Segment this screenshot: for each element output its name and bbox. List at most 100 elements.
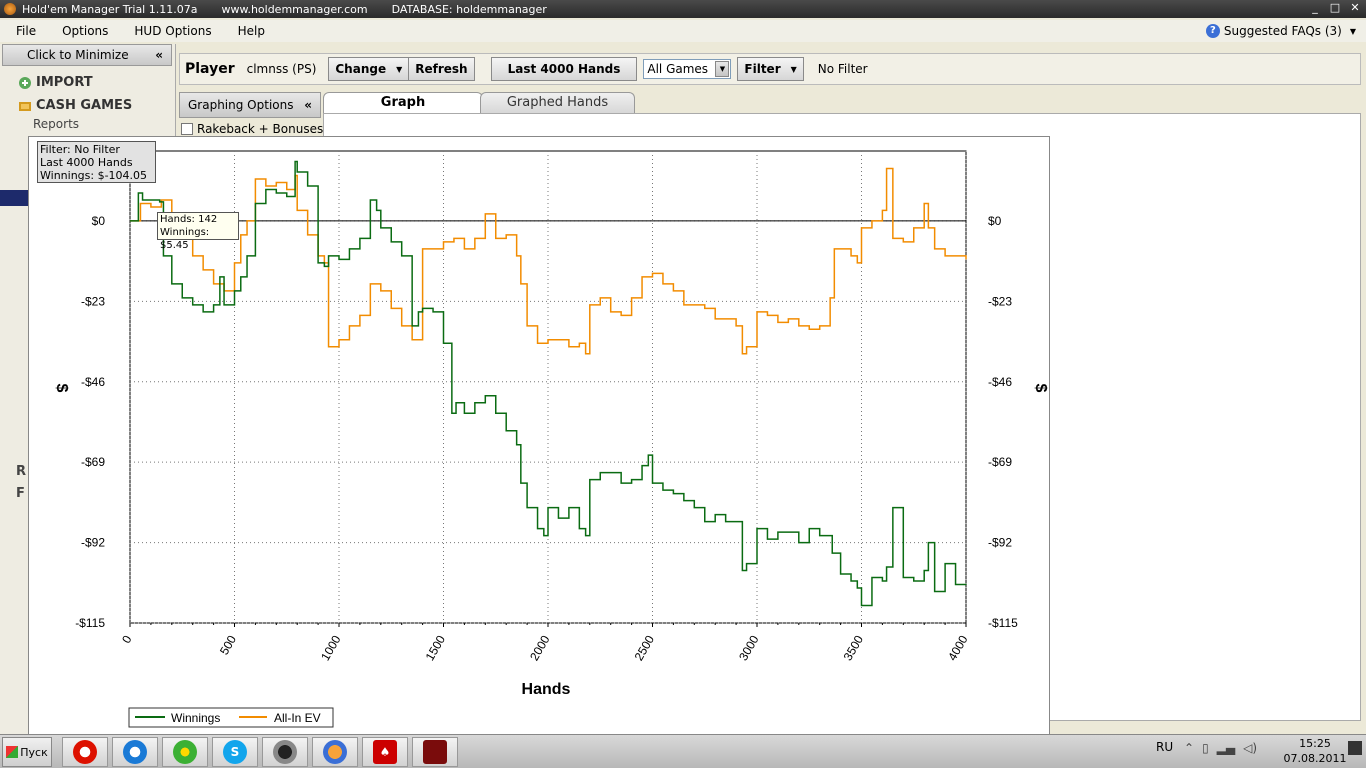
games-select[interactable]: All Games ▼: [643, 59, 732, 79]
player-label: Player: [185, 61, 235, 77]
sidebar-item-reports[interactable]: Reports: [33, 117, 79, 131]
y-axis-label-left: $: [53, 384, 70, 393]
battery-icon[interactable]: ▯: [1202, 741, 1209, 755]
icq-icon: [173, 740, 197, 764]
y-tick-label: $0: [92, 214, 106, 228]
hands-label: Last 4000 Hands: [507, 62, 621, 76]
chevron-down-icon: ▼: [790, 64, 797, 74]
pokerstars-taskbar-button[interactable]: ♠: [362, 737, 408, 767]
y-tick-label: -$69: [81, 455, 105, 469]
chevron-down-icon: ▼: [1349, 26, 1356, 36]
y-tick-label: -$115: [988, 616, 1018, 630]
filter-status: No Filter: [817, 62, 868, 76]
last-hands-button[interactable]: Last 4000 Hands: [490, 57, 638, 81]
chevron-down-icon: ▼: [396, 64, 403, 74]
tooltip-winnings: Winnings: $5.45: [160, 227, 210, 251]
filter-info-box: Filter: No Filter Last 4000 Hands Winnin…: [37, 141, 156, 183]
double-chevron-left-icon: «: [155, 48, 163, 62]
ie-taskbar-button[interactable]: [112, 737, 158, 767]
tab-graph[interactable]: Graph: [323, 92, 483, 114]
poker-app-icon: [273, 740, 297, 764]
skype-taskbar-button[interactable]: S: [212, 737, 258, 767]
minimize-sidebar-button[interactable]: Click to Minimize «: [2, 44, 172, 66]
start-button[interactable]: Пуск: [2, 737, 52, 767]
filter-label: Filter: [744, 62, 781, 76]
y-tick-label: -$46: [988, 375, 1012, 389]
show-desktop-button[interactable]: [1348, 741, 1362, 755]
start-label: Пуск: [20, 745, 48, 759]
double-chevron-left-icon: «: [304, 98, 312, 112]
player-name: clmnss (PS): [246, 62, 317, 76]
y-tick-label: -$69: [988, 455, 1012, 469]
y-tick-labels-left: $0 -$23 -$46 -$69 -$92 -$115: [75, 214, 105, 630]
y-tick-labels-right: $0 -$23 -$46 -$69 -$92 -$115: [988, 214, 1018, 630]
y-axis-label-right: $: [1032, 384, 1049, 393]
change-label: Change: [335, 62, 387, 76]
suggested-faqs[interactable]: ? Suggested FAQs (3) ▼: [1205, 24, 1356, 38]
language-indicator[interactable]: RU: [1156, 740, 1173, 754]
window-controls: _ □ ✕: [1308, 1, 1362, 15]
x-tick-label: 4000: [945, 633, 971, 663]
menu-options[interactable]: Options: [46, 24, 118, 38]
rakeback-checkbox[interactable]: [181, 123, 193, 135]
chart-tooltip: Hands: 142 Winnings: $5.45: [157, 212, 239, 251]
holdem-manager-icon: [323, 740, 347, 764]
chevron-up-icon[interactable]: ⌃: [1184, 741, 1194, 755]
database-label: DATABASE: holdemmanager: [391, 2, 547, 16]
graphing-options-label: Graphing Options: [188, 98, 294, 112]
player-toolbar: Player clmnss (PS) Change ▼ Refresh Last…: [179, 53, 1361, 85]
opera-taskbar-button[interactable]: [62, 737, 108, 767]
faq-label: Suggested FAQs (3): [1223, 24, 1342, 38]
y-tick-label: -$92: [81, 536, 105, 550]
change-player-button[interactable]: Change ▼: [328, 57, 410, 81]
minimize-window-icon[interactable]: _: [1308, 1, 1322, 15]
y-tick-label: -$46: [81, 375, 105, 389]
windows-logo-icon: [6, 746, 19, 758]
info-hands: Last 4000 Hands: [40, 156, 133, 169]
chart-legend: Winnings All-In EV: [128, 707, 334, 728]
network-icon[interactable]: ▂▄: [1217, 741, 1235, 755]
x-tick-label: 2500: [632, 633, 658, 663]
graphing-options-header[interactable]: Graphing Options «: [179, 92, 321, 118]
x-tick-label: 0: [119, 633, 135, 646]
menu-help[interactable]: Help: [222, 24, 275, 38]
pokerstars-icon: ♠: [373, 740, 397, 764]
app-taskbar-button[interactable]: [412, 737, 458, 767]
y-tick-label: -$23: [988, 294, 1012, 308]
x-tick-label: 1000: [318, 633, 344, 663]
menu-hud-options[interactable]: HUD Options: [118, 24, 221, 38]
poker-app-taskbar-button[interactable]: [262, 737, 308, 767]
close-window-icon[interactable]: ✕: [1348, 1, 1362, 15]
x-tick-label: 500: [217, 633, 239, 658]
y-tick-label: -$92: [988, 536, 1012, 550]
x-tick-labels: 0 500 1000 1500 2000 2500 3000 3500 4000: [119, 633, 971, 663]
x-tick-label: 3500: [841, 633, 867, 663]
clock-date: 07.08.2011: [1283, 752, 1347, 765]
holdem-manager-taskbar-button[interactable]: [312, 737, 358, 767]
sidebar-item-cash-games[interactable]: CASH GAMES: [18, 98, 132, 113]
sidebar-partial-f[interactable]: F: [16, 486, 25, 501]
minimize-label: Click to Minimize: [27, 48, 129, 62]
info-winnings: Winnings: $-104.05: [40, 169, 148, 182]
menu-bar: File Options HUD Options Help ? Suggeste…: [0, 20, 1366, 42]
x-tick-label: 3000: [736, 633, 762, 663]
sidebar-item-label: IMPORT: [36, 75, 93, 90]
x-tick-label: 2000: [527, 633, 553, 663]
app-logo-icon: [4, 3, 16, 15]
filter-button[interactable]: Filter ▼: [737, 57, 804, 81]
clock-time: 15:25: [1299, 737, 1331, 750]
taskbar: Пуск S ♠ RU ⌃ ▯ ▂▄ ◁) 15:25 07.08.2011: [0, 734, 1366, 768]
tab-graphed-hands[interactable]: Graphed Hands: [480, 92, 635, 114]
clock[interactable]: 15:25 07.08.2011: [1282, 735, 1348, 766]
volume-icon[interactable]: ◁): [1243, 741, 1257, 755]
title-bar: Hold'em Manager Trial 1.11.07a www.holde…: [0, 0, 1366, 18]
maximize-window-icon[interactable]: □: [1328, 1, 1342, 15]
app-icon: [423, 740, 447, 764]
menu-file[interactable]: File: [0, 24, 46, 38]
window-title: Hold'em Manager Trial 1.11.07a: [22, 2, 198, 16]
icq-taskbar-button[interactable]: [162, 737, 208, 767]
sidebar-partial-r[interactable]: R: [16, 464, 26, 479]
rakeback-option[interactable]: Rakeback + Bonuses: [181, 122, 323, 136]
refresh-button[interactable]: Refresh: [409, 57, 475, 81]
sidebar-item-import[interactable]: IMPORT: [18, 75, 93, 90]
